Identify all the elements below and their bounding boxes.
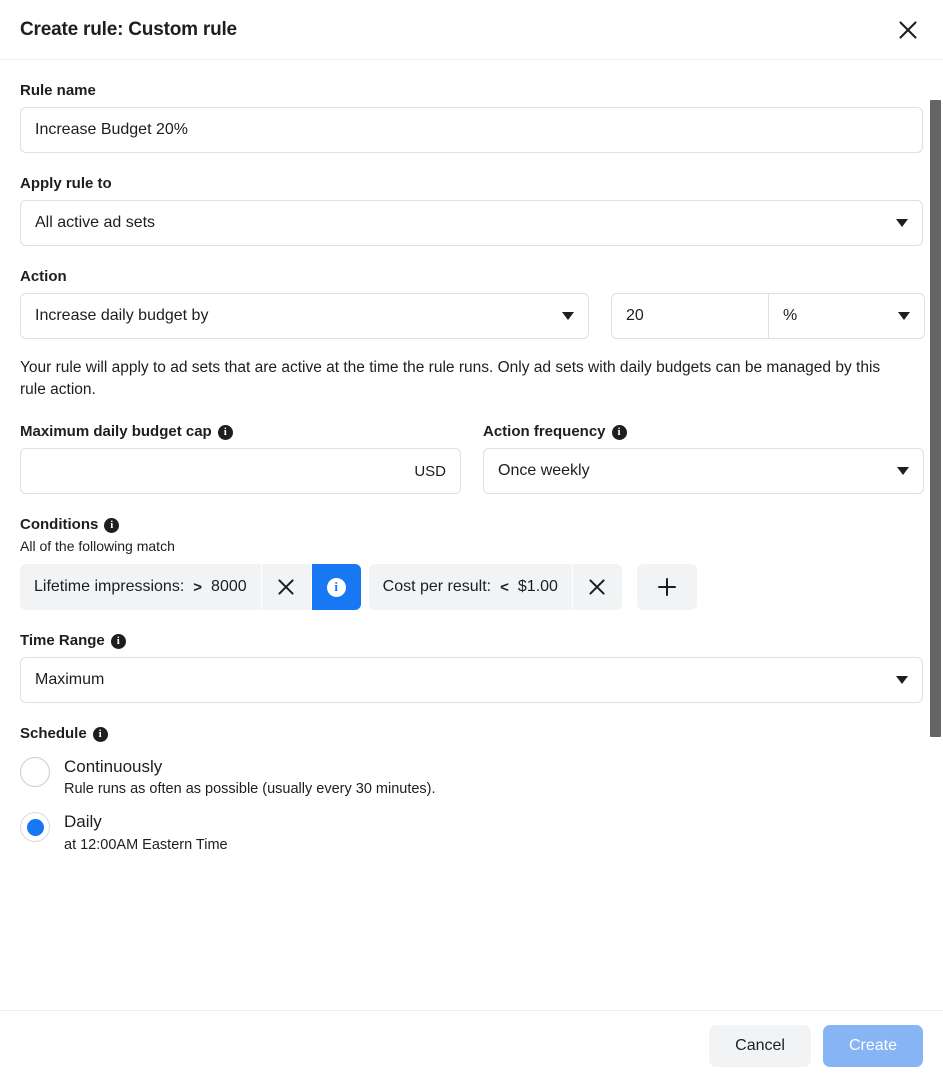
condition-chip-group: Cost per result: < $1.00 xyxy=(369,564,622,610)
apply-rule-to-value: All active ad sets xyxy=(35,214,155,232)
schedule-option-title: Continuously xyxy=(64,756,436,777)
chevron-down-icon xyxy=(896,219,908,227)
time-range-section: Time Range i Maximum xyxy=(20,632,923,703)
time-range-label: Time Range i xyxy=(20,632,923,649)
schedule-section: Schedule i Continuously Rule runs as oft… xyxy=(20,725,923,853)
condition-value: 8000 xyxy=(211,578,247,596)
info-icon: i xyxy=(327,578,346,597)
conditions-section: Conditions i All of the following match … xyxy=(20,516,923,610)
max-budget-cap-label-text: Maximum daily budget cap xyxy=(20,423,212,440)
time-range-value: Maximum xyxy=(35,671,104,689)
action-type-value: Increase daily budget by xyxy=(35,307,208,325)
info-icon[interactable]: i xyxy=(218,425,233,440)
chevron-down-icon xyxy=(898,312,910,320)
action-amount-group: % xyxy=(611,293,925,339)
condition-remove-icon[interactable] xyxy=(573,564,622,610)
time-range-select[interactable]: Maximum xyxy=(20,657,923,703)
condition-metric: Cost per result: xyxy=(383,578,491,596)
schedule-option-text: Continuously Rule runs as often as possi… xyxy=(64,756,436,797)
schedule-label-text: Schedule xyxy=(20,725,87,742)
radio-continuously[interactable] xyxy=(20,757,50,787)
create-button[interactable]: Create xyxy=(823,1025,923,1067)
action-label: Action xyxy=(20,268,923,285)
action-section: Action Increase daily budget by % Your xyxy=(20,268,923,401)
apply-rule-to-section: Apply rule to All active ad sets xyxy=(20,175,923,246)
condition-value: $1.00 xyxy=(518,578,558,596)
dialog-header: Create rule: Custom rule xyxy=(0,0,943,60)
radio-daily[interactable] xyxy=(20,812,50,842)
page-title: Create rule: Custom rule xyxy=(20,19,891,41)
condition-metric: Lifetime impressions: xyxy=(34,578,184,596)
create-rule-dialog: Create rule: Custom rule Rule name Apply… xyxy=(0,0,943,1080)
action-unit-select[interactable]: % xyxy=(769,294,924,338)
currency-suffix: USD xyxy=(414,463,460,480)
conditions-chips-row: Lifetime impressions: > 8000 i xyxy=(20,564,923,610)
rule-name-label: Rule name xyxy=(20,82,923,99)
condition-operator: > xyxy=(193,579,202,596)
condition-operator: < xyxy=(500,579,509,596)
info-icon[interactable]: i xyxy=(93,727,108,742)
dialog-body: Rule name Apply rule to All active ad se… xyxy=(0,60,943,1010)
info-icon[interactable]: i xyxy=(111,634,126,649)
action-helper-text: Your rule will apply to ad sets that are… xyxy=(20,357,898,401)
schedule-option-title: Daily xyxy=(64,811,228,832)
conditions-label-text: Conditions xyxy=(20,516,98,533)
rule-name-section: Rule name xyxy=(20,82,923,153)
conditions-sublabel: All of the following match xyxy=(20,538,923,554)
chevron-down-icon xyxy=(562,312,574,320)
condition-remove-icon[interactable] xyxy=(262,564,311,610)
add-condition-button[interactable] xyxy=(637,564,697,610)
chevron-down-icon xyxy=(897,467,909,475)
schedule-option-daily[interactable]: Daily at 12:00AM Eastern Time xyxy=(20,811,923,852)
schedule-label: Schedule i xyxy=(20,725,923,742)
max-budget-cap-field: USD xyxy=(20,448,461,494)
scrollbar-thumb[interactable] xyxy=(930,100,941,737)
cancel-button[interactable]: Cancel xyxy=(709,1025,811,1067)
conditions-label: Conditions i xyxy=(20,516,923,533)
rule-name-input[interactable] xyxy=(20,107,923,153)
action-frequency-label-text: Action frequency xyxy=(483,423,606,440)
max-budget-cap-label: Maximum daily budget cap i xyxy=(20,423,461,440)
action-type-select[interactable]: Increase daily budget by xyxy=(20,293,589,339)
chevron-down-icon xyxy=(896,676,908,684)
schedule-option-subtitle: at 12:00AM Eastern Time xyxy=(64,837,228,853)
condition-chip[interactable]: Cost per result: < $1.00 xyxy=(369,564,572,610)
budget-frequency-row: Maximum daily budget cap i USD Action fr… xyxy=(20,423,923,494)
apply-rule-to-label: Apply rule to xyxy=(20,175,923,192)
schedule-option-continuously[interactable]: Continuously Rule runs as often as possi… xyxy=(20,756,923,797)
info-icon[interactable]: i xyxy=(612,425,627,440)
schedule-option-text: Daily at 12:00AM Eastern Time xyxy=(64,811,228,852)
action-amount-input[interactable] xyxy=(612,294,769,338)
condition-chip-group: Lifetime impressions: > 8000 i xyxy=(20,564,361,610)
action-frequency-label: Action frequency i xyxy=(483,423,924,440)
scrollbar[interactable] xyxy=(928,60,943,1010)
action-unit-value: % xyxy=(783,307,797,325)
action-frequency-section: Action frequency i Once weekly xyxy=(483,423,924,494)
info-icon[interactable]: i xyxy=(104,518,119,533)
action-frequency-select[interactable]: Once weekly xyxy=(483,448,924,494)
apply-rule-to-select[interactable]: All active ad sets xyxy=(20,200,923,246)
plus-icon xyxy=(656,576,678,598)
condition-info-icon[interactable]: i xyxy=(312,564,361,610)
max-budget-cap-input[interactable] xyxy=(21,449,414,493)
action-frequency-value: Once weekly xyxy=(498,462,590,480)
action-row: Increase daily budget by % xyxy=(20,293,923,339)
schedule-option-subtitle: Rule runs as often as possible (usually … xyxy=(64,781,436,797)
max-budget-cap-section: Maximum daily budget cap i USD xyxy=(20,423,461,494)
condition-chip[interactable]: Lifetime impressions: > 8000 xyxy=(20,564,261,610)
dialog-footer: Cancel Create xyxy=(0,1010,943,1080)
time-range-label-text: Time Range xyxy=(20,632,105,649)
close-icon[interactable] xyxy=(891,13,925,47)
